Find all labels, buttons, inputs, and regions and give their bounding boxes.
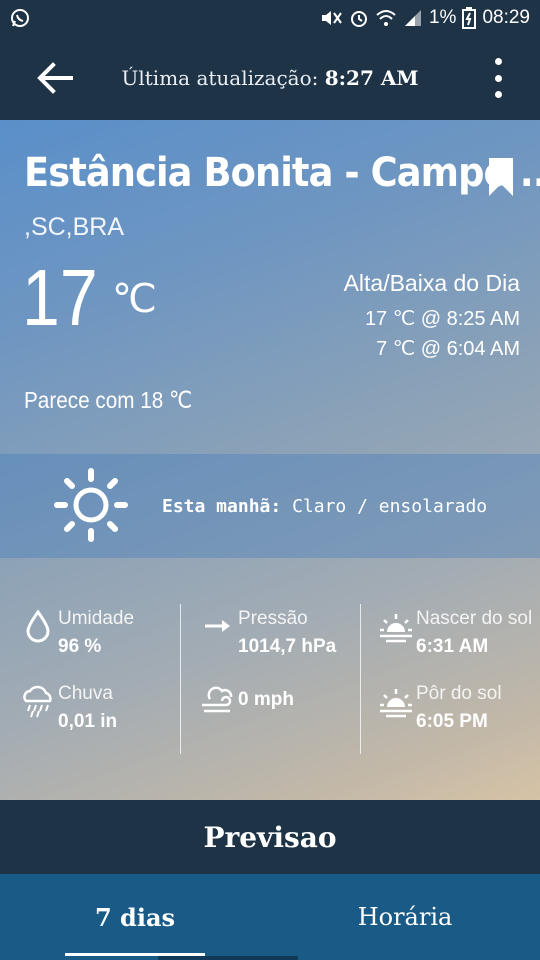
droplet-icon [26, 609, 50, 643]
rain-detail: Chuva 0,01 in [20, 683, 117, 733]
menu-dot-icon [494, 58, 502, 65]
alarm-icon [350, 11, 367, 27]
humidity-value: 96 % [58, 636, 102, 657]
pressure-detail: Pressão 1014,7 hPa [200, 608, 336, 658]
status-time: 08:29 [482, 7, 530, 28]
pressure-value: 1014,7 hPa [238, 636, 337, 657]
tab-horaria[interactable]: Horária [270, 874, 540, 960]
rain-value: 0,01 in [58, 711, 118, 732]
condition-text: Esta manhã: Claro / ensolarado [162, 496, 487, 517]
sunset-value: 6:05 PM [416, 711, 488, 732]
overflow-menu-button[interactable] [488, 58, 508, 98]
rain-label: Chuva [58, 683, 113, 704]
battery-icon [462, 7, 477, 29]
hilo-high: 17 ℃ @ 8:25 AM [364, 308, 520, 330]
sunset-label: Pôr do sol [416, 683, 502, 704]
status-right: 1% 08:29 [319, 7, 530, 29]
hilo-low: 7 ℃ @ 6:04 AM [376, 338, 520, 360]
bookmark-icon[interactable] [487, 158, 515, 196]
current-temperature: 17 [22, 253, 98, 342]
last-updated-label: Última atualização: [121, 66, 319, 90]
location-region: ,SC,BRA [24, 213, 125, 241]
sunrise-detail: Nascer do sol 6:31 AM [378, 608, 532, 658]
wind-icon [202, 686, 233, 713]
rain-cloud-icon [23, 685, 52, 718]
signal-icon [404, 10, 421, 26]
app-bar: Última atualização: 8:27 AM [0, 36, 540, 120]
sunrise-value: 6:31 AM [416, 636, 489, 657]
pressure-label: Pressão [238, 608, 308, 629]
mute-icon [321, 11, 342, 25]
arrow-left-icon [37, 62, 73, 94]
wind-detail: 0 mph [200, 683, 294, 719]
menu-dot-icon [494, 91, 502, 98]
forecast-title: Previsao [0, 800, 540, 874]
wind-value: 0 mph [238, 689, 294, 710]
arrow-right-icon [205, 620, 230, 632]
sunrise-icon [380, 614, 412, 643]
whatsapp-icon [11, 9, 29, 27]
sunset-detail: Pôr do sol 6:05 PM [378, 683, 502, 733]
forecast-tabs: 7 dias Horária [0, 874, 540, 960]
status-left [10, 8, 30, 28]
humidity-detail: Umidade 96 % [20, 608, 134, 658]
battery-percent: 1% [428, 7, 457, 28]
hilo-title: Alta/Baixa do Dia [343, 270, 520, 296]
sunset-icon [380, 689, 412, 718]
status-bar: 1% 08:29 [0, 0, 540, 36]
feels-like: Parece com 18 ℃ [24, 387, 193, 413]
divider [360, 604, 361, 754]
condition-value: Claro / ensolarado [292, 496, 488, 517]
condition-label: Esta manhã: [162, 496, 282, 517]
divider [180, 604, 181, 754]
menu-dot-icon [494, 74, 502, 82]
scroll-indicator [158, 956, 298, 960]
sunrise-label: Nascer do sol [416, 608, 533, 629]
humidity-label: Umidade [58, 608, 135, 629]
wifi-icon [376, 10, 396, 26]
sun-icon [54, 468, 128, 542]
location-name: Estância Bonita - Campo ... [24, 150, 540, 196]
back-button[interactable] [25, 48, 85, 108]
tab-7-dias[interactable]: 7 dias [0, 874, 270, 960]
last-updated-time: 8:27 AM [324, 66, 419, 90]
temperature-unit: ℃ [112, 277, 157, 321]
